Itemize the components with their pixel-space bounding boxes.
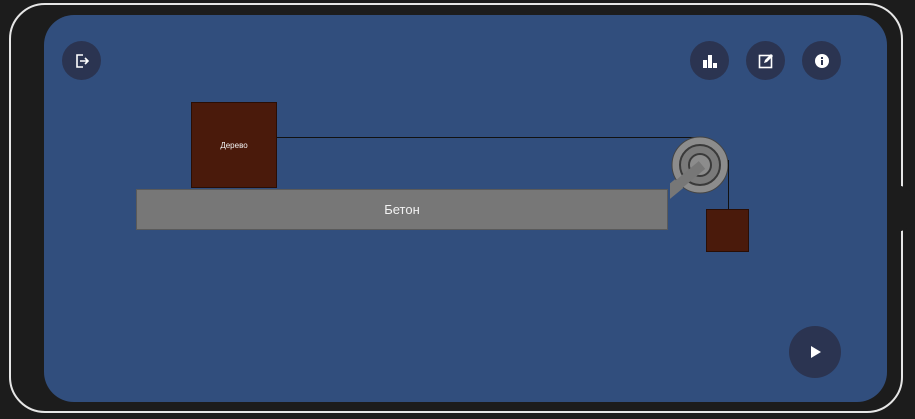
play-icon: [807, 344, 823, 360]
info-icon: [814, 53, 830, 69]
surface-label: Бетон: [384, 202, 420, 217]
hanging-weight[interactable]: [706, 209, 749, 252]
block-label: Дерево: [220, 140, 248, 150]
surface-concrete: Бетон: [136, 189, 668, 230]
exit-button[interactable]: [62, 41, 101, 80]
exit-icon: [74, 53, 90, 69]
play-button[interactable]: [789, 326, 841, 378]
edit-icon: [758, 53, 774, 69]
simulation-screen: Бетон Дерево: [44, 15, 887, 402]
edit-button[interactable]: [746, 41, 785, 80]
stats-button[interactable]: [690, 41, 729, 80]
wooden-block[interactable]: Дерево: [191, 102, 277, 188]
bar-chart-icon: [702, 53, 718, 69]
rope-horizontal: [277, 137, 701, 138]
info-button[interactable]: [802, 41, 841, 80]
rope-vertical: [728, 160, 729, 210]
